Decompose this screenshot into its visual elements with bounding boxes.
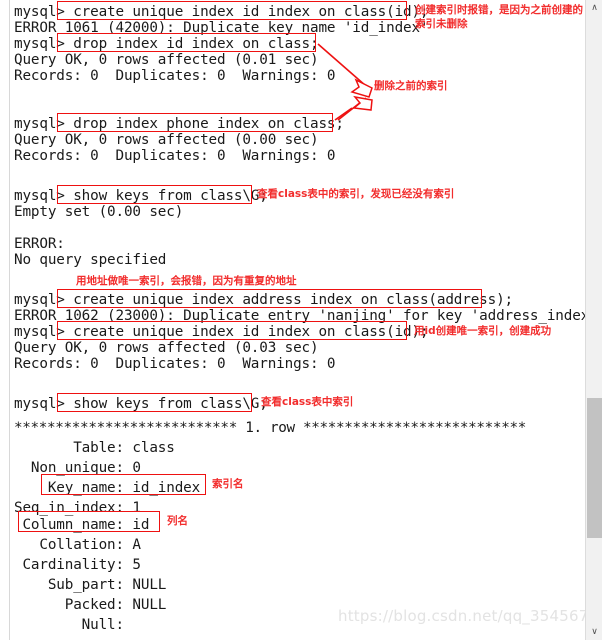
console-line: Query OK, 0 rows affected (0.03 sec) [14, 340, 319, 356]
console-line: Non_unique: 0 [14, 460, 141, 476]
console-line: Column_name: id [14, 517, 150, 533]
console-line: mysql> drop index phone index on class; [14, 116, 344, 132]
console-line: ERROR 1061 (42000): Duplicate key name '… [14, 20, 429, 36]
note-check-index-in-class: 查看class表中索引 [261, 396, 354, 408]
console-line: mysql> show keys from class\G; [14, 188, 268, 204]
console-line: Cardinality: 5 [14, 557, 141, 573]
console-line: mysql> create unique index id_index on c… [14, 4, 429, 20]
console-line: mysql> show keys from class\G; [14, 396, 268, 412]
console-line: Packed: NULL [14, 597, 167, 613]
console-line: ERROR: [14, 236, 65, 252]
console-line: mysql> drop index id_index on class; [14, 36, 319, 52]
console-row-separator: *************************** 1. row *****… [14, 420, 526, 436]
console-line: ERROR 1062 (23000): Duplicate entry 'nan… [14, 308, 598, 324]
mysql-console-output: mysql> create unique index id_index on c… [14, 0, 598, 640]
console-line: Query OK, 0 rows affected (0.01 sec) [14, 52, 319, 68]
console-line: Seq_in_index: 1 [14, 500, 141, 516]
console-line: mysql> create unique index id_index on c… [14, 324, 429, 340]
scroll-up-icon[interactable]: ∧ [586, 0, 602, 16]
note-check-index-gone: 查看class表中的索引，发现已经没有索引 [257, 188, 455, 200]
screenshot-root: mysql> create unique index id_index on c… [0, 0, 602, 640]
console-line: Records: 0 Duplicates: 0 Warnings: 0 [14, 68, 336, 84]
note-index-name: 索引名 [212, 478, 244, 490]
console-line: Collation: A [14, 537, 141, 553]
console-line: Null: [14, 617, 124, 633]
console-left-rule [9, 0, 10, 640]
console-line: Key_name: id_index [14, 480, 201, 496]
note-column-name: 列名 [167, 515, 188, 527]
scrollbar-thumb[interactable] [587, 398, 602, 538]
note-create-index-error: 创建索引时报错，是因为之前创建的 索引未删除 [415, 4, 583, 30]
note-drop-previous-index: 删除之前的索引 [374, 80, 448, 92]
console-line: No query specified [14, 252, 167, 268]
console-line: Query OK, 0 rows affected (0.00 sec) [14, 132, 319, 148]
vertical-scrollbar[interactable]: ∧ ∨ [585, 0, 602, 640]
console-line: Sub_part: NULL [14, 577, 167, 593]
note-address-duplicate: 用地址做唯一索引，会报错，因为有重复的地址 [76, 275, 297, 287]
watermark: https://blog.csdn.net/qq_35456705 [338, 607, 602, 625]
console-line: Records: 0 Duplicates: 0 Warnings: 0 [14, 356, 336, 372]
note-id-index-success: 用id创建唯一索引，创建成功 [414, 325, 552, 337]
console-line: Table: class [14, 440, 175, 456]
console-line: Empty set (0.00 sec) [14, 204, 184, 220]
console-line: Records: 0 Duplicates: 0 Warnings: 0 [14, 148, 336, 164]
console-line: mysql> create unique index address_index… [14, 292, 513, 308]
scroll-down-icon[interactable]: ∨ [586, 624, 602, 640]
